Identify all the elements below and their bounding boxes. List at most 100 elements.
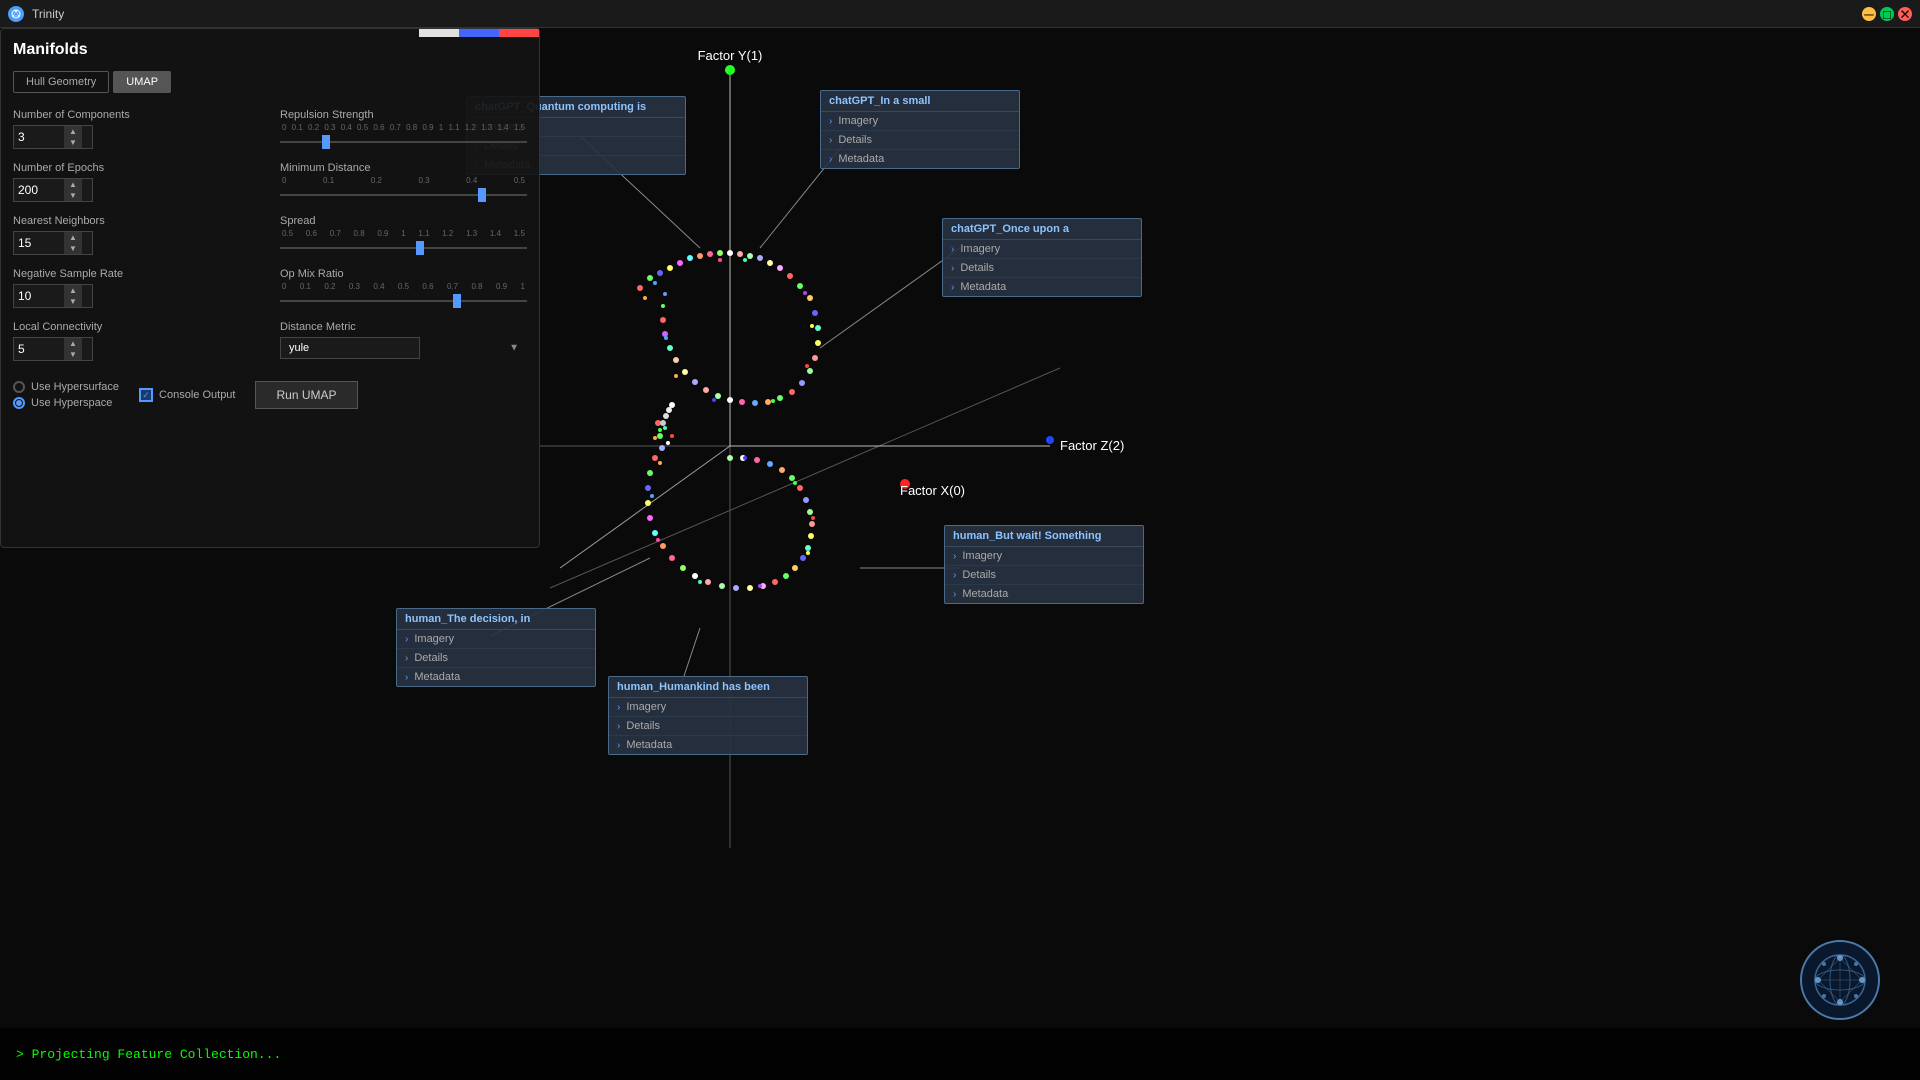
- neg-sample-rate-down[interactable]: ▼: [64, 296, 82, 307]
- card2-metadata[interactable]: ›Metadata: [821, 150, 1019, 168]
- repulsion-strength-label: Repulsion Strength: [280, 109, 527, 121]
- color-bar: [419, 29, 539, 37]
- left-panel: Manifolds Hull Geometry UMAP Number of C…: [0, 28, 540, 548]
- num-epochs-input[interactable]: [14, 181, 64, 199]
- op-mix-ratio-thumb[interactable]: [453, 294, 461, 308]
- node-card-5: human_Humankind has been ›Imagery ›Detai…: [608, 676, 808, 755]
- card5-header: human_Humankind has been: [609, 677, 807, 698]
- console-text: > Projecting Feature Collection...: [16, 1047, 281, 1062]
- tab-group: Hull Geometry UMAP: [13, 71, 527, 93]
- local-connectivity-input-wrapper: ▲ ▼: [13, 337, 93, 361]
- op-mix-ratio-track: [280, 300, 527, 302]
- local-connectivity-label: Local Connectivity: [13, 321, 260, 333]
- spread-track: [280, 247, 527, 249]
- color-seg-white: [419, 29, 459, 37]
- network-logo: [1800, 940, 1880, 1020]
- distance-metric-select[interactable]: euclidean manhattan cosine yule hamming: [280, 337, 420, 359]
- local-connectivity-down[interactable]: ▼: [64, 349, 82, 360]
- radio-hypersurface-circle: [13, 381, 25, 393]
- radio-hyperspace-label: Use Hyperspace: [31, 397, 112, 409]
- node-card-6: human_But wait! Something ›Imagery ›Deta…: [944, 525, 1144, 604]
- neg-sample-rate-input[interactable]: [14, 287, 64, 305]
- num-epochs-group: Number of Epochs ▲ ▼: [13, 162, 260, 203]
- card6-details[interactable]: ›Details: [945, 566, 1143, 585]
- chevron-icon: ›: [951, 282, 954, 293]
- neg-sample-rate-group: Negative Sample Rate ▲ ▼: [13, 268, 260, 309]
- num-epochs-down[interactable]: ▼: [64, 190, 82, 201]
- local-connectivity-spin: ▲ ▼: [64, 338, 82, 360]
- nearest-neighbors-down[interactable]: ▼: [64, 243, 82, 254]
- card5-metadata[interactable]: ›Metadata: [609, 736, 807, 754]
- factor-z-label: Factor Z(2): [1060, 438, 1124, 453]
- checkbox-console-output[interactable]: Console Output: [139, 388, 235, 402]
- nearest-neighbors-input[interactable]: [14, 234, 64, 252]
- radio-hypersurface[interactable]: Use Hypersurface: [13, 381, 119, 393]
- chevron-icon: ›: [829, 135, 832, 146]
- card2-details[interactable]: ›Details: [821, 131, 1019, 150]
- nearest-neighbors-up[interactable]: ▲: [64, 232, 82, 243]
- color-seg-red: [499, 29, 539, 37]
- min-distance-thumb[interactable]: [478, 188, 486, 202]
- num-epochs-up[interactable]: ▲: [64, 179, 82, 190]
- neg-sample-rate-label: Negative Sample Rate: [13, 268, 260, 280]
- checkbox-console-box: [139, 388, 153, 402]
- tab-hull-geometry[interactable]: Hull Geometry: [13, 71, 109, 93]
- card3-metadata[interactable]: ›Metadata: [943, 278, 1141, 296]
- card6-metadata[interactable]: ›Metadata: [945, 585, 1143, 603]
- card5-imagery[interactable]: ›Imagery: [609, 698, 807, 717]
- number-of-components-group: Number of Components ▲ ▼: [13, 109, 260, 150]
- node-card-4: human_The decision, in ›Imagery ›Details…: [396, 608, 596, 687]
- repulsion-strength-thumb[interactable]: [322, 135, 330, 149]
- spread-group: Spread 0.50.60.70.80.911.11.21.31.41.5: [280, 215, 527, 256]
- chevron-icon: ›: [829, 116, 832, 127]
- min-distance-slider-wrapper: [280, 187, 527, 203]
- distance-metric-select-wrapper: euclidean manhattan cosine yule hamming …: [280, 337, 527, 359]
- console-output: > Projecting Feature Collection...: [0, 1028, 1920, 1080]
- radio-hyperspace[interactable]: Use Hyperspace: [13, 397, 119, 409]
- titlebar-controls: ─ □ ✕: [1862, 7, 1912, 21]
- radio-hyperspace-circle: [13, 397, 25, 409]
- chevron-icon: ›: [405, 653, 408, 664]
- num-components-label: Number of Components: [13, 109, 260, 121]
- titlebar-left: Trinity: [8, 6, 64, 22]
- card6-imagery[interactable]: ›Imagery: [945, 547, 1143, 566]
- card4-metadata[interactable]: ›Metadata: [397, 668, 595, 686]
- local-connectivity-up[interactable]: ▲: [64, 338, 82, 349]
- close-button[interactable]: ✕: [1898, 7, 1912, 21]
- network-logo-svg: [1810, 950, 1870, 1010]
- card3-details[interactable]: ›Details: [943, 259, 1141, 278]
- chevron-icon: ›: [405, 634, 408, 645]
- card2-imagery[interactable]: ›Imagery: [821, 112, 1019, 131]
- num-components-down[interactable]: ▼: [64, 137, 82, 148]
- run-umap-button[interactable]: Run UMAP: [255, 381, 357, 409]
- num-components-input[interactable]: [14, 128, 64, 146]
- panel-title: Manifolds: [13, 41, 527, 59]
- neg-sample-rate-up[interactable]: ▲: [64, 285, 82, 296]
- min-distance-group: Minimum Distance 00.10.20.30.40.5: [280, 162, 527, 203]
- card4-imagery[interactable]: ›Imagery: [397, 630, 595, 649]
- chevron-icon: ›: [953, 570, 956, 581]
- node-card-3: chatGPT_Once upon a ›Imagery ›Details ›M…: [942, 218, 1142, 297]
- spread-scale: 0.50.60.70.80.911.11.21.31.41.5: [280, 229, 527, 238]
- card4-details[interactable]: ›Details: [397, 649, 595, 668]
- num-components-up[interactable]: ▲: [64, 126, 82, 137]
- minimize-button[interactable]: ─: [1862, 7, 1876, 21]
- titlebar: Trinity ─ □ ✕: [0, 0, 1920, 28]
- radio-hypersurface-label: Use Hypersurface: [31, 381, 119, 393]
- tab-umap[interactable]: UMAP: [113, 71, 171, 93]
- nearest-neighbors-group: Nearest Neighbors ▲ ▼: [13, 215, 260, 256]
- green-dot-factor-y: [725, 65, 735, 75]
- card3-header: chatGPT_Once upon a: [943, 219, 1141, 240]
- maximize-button[interactable]: □: [1880, 7, 1894, 21]
- chevron-icon: ›: [953, 589, 956, 600]
- spread-label: Spread: [280, 215, 527, 227]
- num-components-spin: ▲ ▼: [64, 126, 82, 148]
- titlebar-title: Trinity: [32, 7, 64, 21]
- card3-imagery[interactable]: ›Imagery: [943, 240, 1141, 259]
- local-connectivity-input[interactable]: [14, 340, 64, 358]
- blue-dot-marker: [1046, 436, 1054, 444]
- card5-details[interactable]: ›Details: [609, 717, 807, 736]
- spread-thumb[interactable]: [416, 241, 424, 255]
- num-epochs-input-wrapper: ▲ ▼: [13, 178, 93, 202]
- num-components-input-wrapper: ▲ ▼: [13, 125, 93, 149]
